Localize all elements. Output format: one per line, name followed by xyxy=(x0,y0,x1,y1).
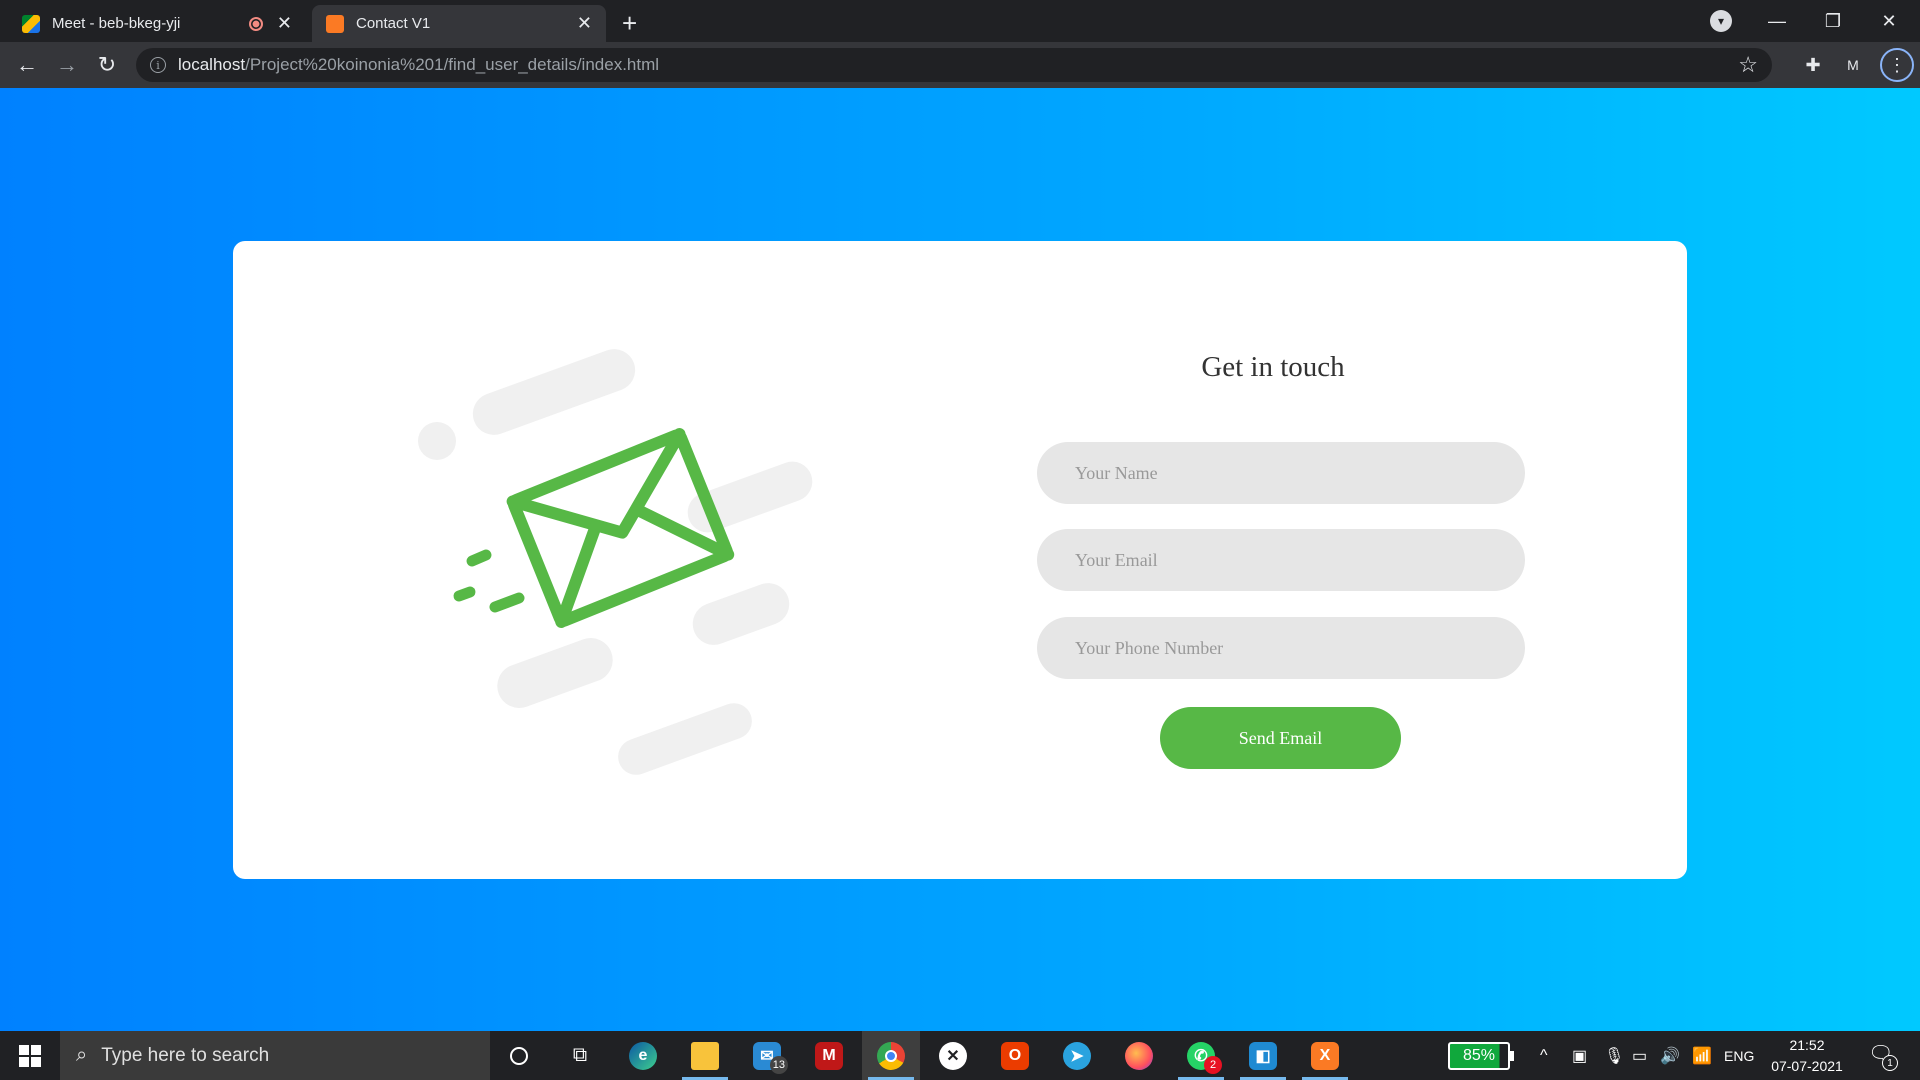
name-input[interactable] xyxy=(1037,442,1525,504)
xbox-icon[interactable]: ✕ xyxy=(924,1031,982,1080)
contact-card: Get in touch Send Email xyxy=(233,241,1687,879)
show-hidden-icons[interactable]: ^ xyxy=(1540,1031,1548,1080)
google-meet-icon xyxy=(22,14,40,33)
forward-icon[interactable]: → xyxy=(52,50,82,80)
url-path: /Project%20koinonia%201/find_user_detail… xyxy=(245,55,660,74)
language-indicator[interactable]: ENG xyxy=(1724,1031,1754,1080)
clock-time: 21:52 xyxy=(1789,1037,1825,1053)
chrome-icon[interactable] xyxy=(862,1031,920,1080)
address-bar[interactable]: i localhost/Project%20koinonia%201/find_… xyxy=(136,48,1772,82)
cortana-icon[interactable] xyxy=(490,1031,548,1080)
site-info-icon[interactable]: i xyxy=(150,57,166,73)
tab-strip: Meet - beb-bkeg-yji ✕ Contact V1 ✕ + ▾ —… xyxy=(0,0,1920,42)
battery-tray-icon[interactable]: ▭ xyxy=(1632,1031,1647,1080)
extension-m-icon[interactable]: M xyxy=(1840,52,1866,78)
bookmark-star-icon[interactable]: ☆ xyxy=(1738,52,1758,78)
browser-toolbar: ← → ↻ i localhost/Project%20koinonia%201… xyxy=(0,42,1920,88)
system-clock[interactable]: 21:52 07-07-2021 xyxy=(1764,1035,1850,1077)
vscode-icon[interactable]: ◧ xyxy=(1234,1031,1292,1080)
mail-badge: 13 xyxy=(769,1056,788,1074)
tab-meet[interactable]: Meet - beb-bkeg-yji ✕ xyxy=(8,5,306,42)
edge-icon[interactable]: e xyxy=(614,1031,672,1080)
windows-start-button[interactable] xyxy=(0,1031,60,1080)
minimize-button[interactable]: — xyxy=(1754,4,1800,38)
telegram-icon[interactable]: ➤ xyxy=(1048,1031,1106,1080)
new-tab-button[interactable]: + xyxy=(622,8,637,39)
whatsapp-icon[interactable]: ✆ 2 xyxy=(1172,1031,1230,1080)
action-center-icon[interactable]: 🗨 1 xyxy=(1868,1041,1898,1071)
browser-menu-icon[interactable]: ⋮ xyxy=(1880,48,1914,82)
search-placeholder: Type here to search xyxy=(101,1044,270,1066)
url-host: localhost xyxy=(178,55,246,74)
search-icon: ⌕ xyxy=(76,1044,88,1066)
extensions-icon[interactable]: ✚ xyxy=(1800,52,1826,78)
close-tab-icon[interactable]: ✕ xyxy=(577,13,592,34)
whatsapp-badge: 2 xyxy=(1204,1056,1222,1074)
meet-now-icon[interactable]: ▣ xyxy=(1572,1031,1587,1080)
mail-icon[interactable]: ✉ 13 xyxy=(738,1031,796,1080)
phone-input[interactable] xyxy=(1037,617,1525,679)
restore-button[interactable]: ❐ xyxy=(1810,4,1856,38)
form-title: Get in touch xyxy=(1201,351,1345,383)
xampp-icon xyxy=(326,14,344,33)
battery-widget[interactable]: 85% xyxy=(1448,1042,1514,1070)
page-background: Get in touch Send Email xyxy=(0,88,1920,1031)
tab-search-icon[interactable]: ▾ xyxy=(1710,10,1732,32)
close-window-button[interactable]: ✕ xyxy=(1866,4,1912,38)
microphone-icon[interactable]: 🎙 xyxy=(1604,1031,1624,1080)
file-explorer-icon[interactable] xyxy=(676,1031,734,1080)
firefox-icon[interactable] xyxy=(1110,1031,1168,1080)
taskbar-search-box[interactable]: ⌕ Type here to search xyxy=(60,1031,490,1080)
office-icon[interactable]: O xyxy=(986,1031,1044,1080)
email-input[interactable] xyxy=(1037,529,1525,591)
tab-contact[interactable]: Contact V1 ✕ xyxy=(312,5,606,42)
back-icon[interactable]: ← xyxy=(12,50,42,80)
windows-taskbar: ⌕ Type here to search ⧉ e ✉ 13 M ✕ O ➤ ✆ 2… xyxy=(0,1031,1920,1080)
notification-count: 1 xyxy=(1882,1055,1898,1071)
volume-icon[interactable]: 🔊 xyxy=(1660,1031,1680,1080)
tab-title: Meet - beb-bkeg-yji xyxy=(52,15,181,32)
wifi-icon[interactable]: 📶 xyxy=(1692,1031,1712,1080)
reload-icon[interactable]: ↻ xyxy=(92,50,122,80)
envelope-icon xyxy=(453,428,735,628)
close-tab-icon[interactable]: ✕ xyxy=(277,13,292,34)
clock-date: 07-07-2021 xyxy=(1771,1058,1843,1074)
mcafee-icon[interactable]: M xyxy=(800,1031,858,1080)
decor-pill xyxy=(613,698,757,780)
task-view-icon[interactable]: ⧉ xyxy=(551,1031,609,1080)
tab-title: Contact V1 xyxy=(356,15,431,32)
recording-icon xyxy=(248,16,263,31)
send-email-button[interactable]: Send Email xyxy=(1160,707,1401,769)
xampp-taskbar-icon[interactable]: X xyxy=(1296,1031,1354,1080)
windows-logo-icon xyxy=(19,1044,41,1067)
